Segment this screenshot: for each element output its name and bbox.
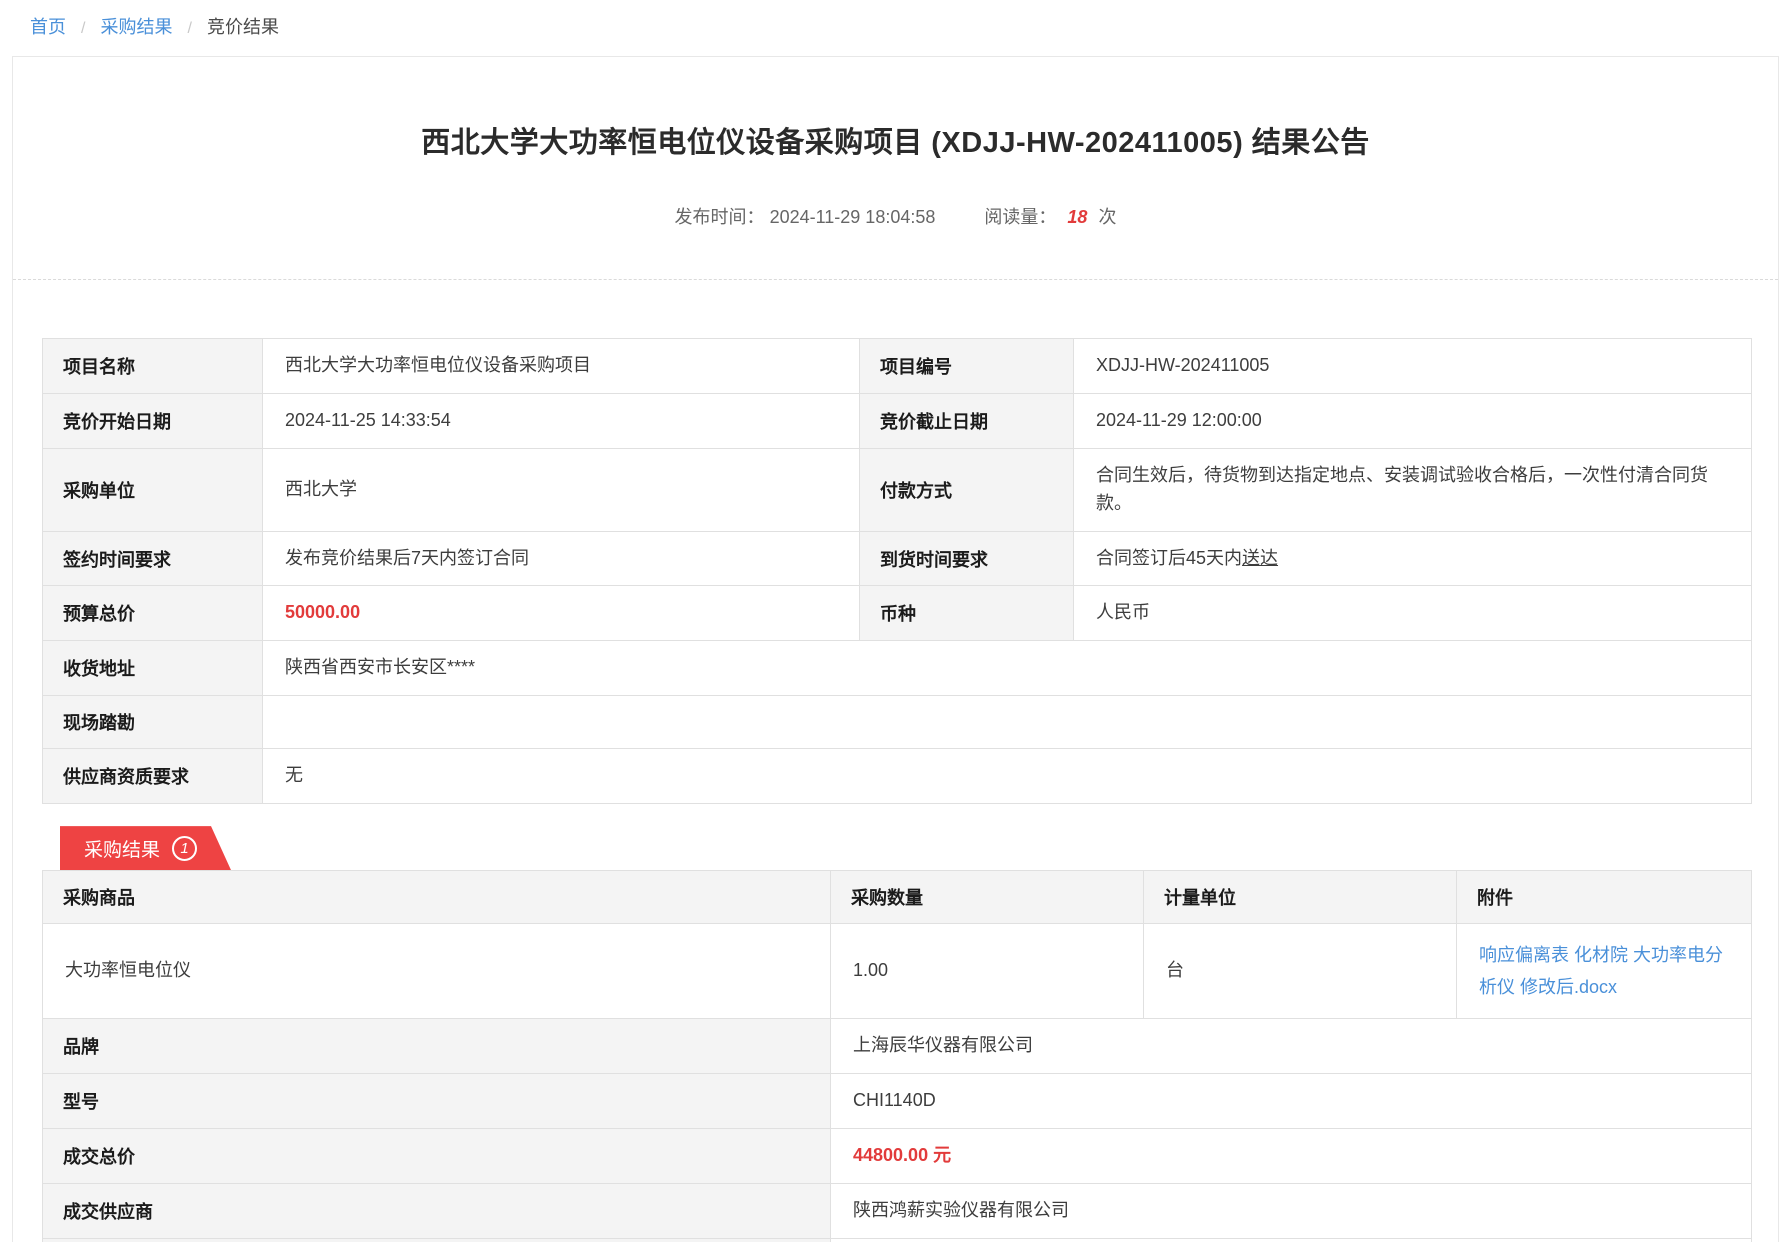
field-value-supplier-qualification: 无	[263, 749, 1752, 804]
field-value-currency: 人民币	[1074, 586, 1752, 641]
breadcrumb-separator: /	[188, 20, 192, 37]
field-value-budget: 50000.00	[263, 586, 860, 641]
field-label-budget: 预算总价	[43, 586, 263, 641]
table-row: 预算总价 50000.00 币种 人民币	[43, 586, 1752, 641]
table-row: 竞价开始日期 2024-11-25 14:33:54 竞价截止日期 2024-1…	[43, 393, 1752, 448]
field-label-deal-price: 成交总价	[43, 1128, 831, 1183]
dashed-divider	[13, 279, 1778, 280]
field-label-supplier-qualification: 供应商资质要求	[43, 749, 263, 804]
column-header-unit: 计量单位	[1144, 871, 1457, 924]
procurement-result-table: 采购商品 采购数量 计量单位 附件 大功率恒电位仪 1.00 台 响应偏离表 化…	[42, 870, 1752, 1242]
field-value-bid-end: 2024-11-29 12:00:00	[1074, 393, 1752, 448]
result-section-badge: 采购结果 1	[60, 826, 231, 870]
views-label: 阅读量：	[984, 207, 1056, 227]
table-header-row: 采购商品 采购数量 计量单位 附件	[43, 871, 1752, 924]
field-label-bid-start: 竞价开始日期	[43, 393, 263, 448]
table-row: 收货地址 陕西省西安市长安区****	[43, 641, 1752, 696]
cell-quantity: 1.00	[831, 924, 1144, 1019]
attachment-link[interactable]: 响应偏离表 化材院 大功率电分析仪 修改后.docx	[1479, 945, 1723, 997]
table-row: 项目名称 西北大学大功率恒电位仪设备采购项目 项目编号 XDJJ-HW-2024…	[43, 339, 1752, 394]
field-label-sign-time: 签约时间要求	[43, 531, 263, 586]
table-row: 现场踏勘	[43, 696, 1752, 749]
breadcrumb-separator: /	[81, 20, 85, 37]
field-label-project-name: 项目名称	[43, 339, 263, 394]
column-header-product: 采购商品	[43, 871, 831, 924]
delivery-time-text: 合同签订后45天内	[1096, 548, 1242, 568]
field-label-brand: 品牌	[43, 1019, 831, 1074]
table-row: 质保及售后服务 响应时效：即时响应（包括电话响应）；电话响应无法解决，24小时内…	[43, 1238, 1752, 1242]
field-label-warranty-service: 质保及售后服务	[43, 1238, 831, 1242]
table-row: 品牌 上海辰华仪器有限公司	[43, 1019, 1752, 1074]
field-label-delivery-time: 到货时间要求	[860, 531, 1074, 586]
delivery-time-underlined: 送达	[1242, 548, 1278, 568]
field-label-payment: 付款方式	[860, 448, 1074, 531]
field-label-address: 收货地址	[43, 641, 263, 696]
cell-attachment: 响应偏离表 化材院 大功率电分析仪 修改后.docx	[1457, 924, 1752, 1019]
announcement-card: 西北大学大功率恒电位仪设备采购项目 (XDJJ-HW-202411005) 结果…	[12, 56, 1779, 1242]
badge-count-circle-icon: 1	[172, 836, 197, 861]
field-label-purchaser: 采购单位	[43, 448, 263, 531]
field-label-winning-supplier: 成交供应商	[43, 1183, 831, 1238]
column-header-attachment: 附件	[1457, 871, 1752, 924]
breadcrumb-link-home[interactable]: 首页	[30, 17, 66, 37]
field-label-project-no: 项目编号	[860, 339, 1074, 394]
field-value-address: 陕西省西安市长安区****	[263, 641, 1752, 696]
field-value-brand: 上海辰华仪器有限公司	[831, 1019, 1752, 1074]
field-value-project-no: XDJJ-HW-202411005	[1074, 339, 1752, 394]
table-row: 型号 CHI1140D	[43, 1074, 1752, 1129]
table-row: 大功率恒电位仪 1.00 台 响应偏离表 化材院 大功率电分析仪 修改后.doc…	[43, 924, 1752, 1019]
field-label-currency: 币种	[860, 586, 1074, 641]
field-value-model: CHI1140D	[831, 1074, 1752, 1129]
page-title: 西北大学大功率恒电位仪设备采购项目 (XDJJ-HW-202411005) 结果…	[13, 119, 1778, 161]
views-unit: 次	[1098, 207, 1116, 227]
publish-time-label: 发布时间：	[675, 207, 765, 227]
result-badge-label: 采购结果	[84, 835, 160, 862]
views-count: 18	[1067, 207, 1087, 227]
field-value-payment: 合同生效后，待货物到达指定地点、安装调试验收合格后，一次性付清合同货款。	[1074, 448, 1752, 531]
field-value-purchaser: 西北大学	[263, 448, 860, 531]
field-value-winning-supplier: 陕西鸿薪实验仪器有限公司	[831, 1183, 1752, 1238]
breadcrumb-current: 竞价结果	[207, 17, 279, 37]
table-row: 签约时间要求 发布竞价结果后7天内签订合同 到货时间要求 合同签订后45天内送达	[43, 531, 1752, 586]
field-label-model: 型号	[43, 1074, 831, 1129]
field-value-project-name: 西北大学大功率恒电位仪设备采购项目	[263, 339, 860, 394]
project-info-table: 项目名称 西北大学大功率恒电位仪设备采购项目 项目编号 XDJJ-HW-2024…	[42, 338, 1752, 804]
breadcrumb-link-procurement-results[interactable]: 采购结果	[100, 17, 172, 37]
field-label-site-survey: 现场踏勘	[43, 696, 263, 749]
field-value-bid-start: 2024-11-25 14:33:54	[263, 393, 860, 448]
field-value-sign-time: 发布竞价结果后7天内签订合同	[263, 531, 860, 586]
cell-product-name: 大功率恒电位仪	[43, 924, 831, 1019]
badge-count-number: 1	[180, 840, 188, 857]
announcement-meta: 发布时间： 2024-11-29 18:04:58 阅读量： 18 次	[13, 203, 1778, 229]
field-value-deal-price: 44800.00 元	[831, 1128, 1752, 1183]
field-value-warranty-service: 响应时效：即时响应（包括电话响应）；电话响应无法解决，24小时内到达现场。修复时…	[831, 1238, 1752, 1242]
cell-unit: 台	[1144, 924, 1457, 1019]
table-row: 采购单位 西北大学 付款方式 合同生效后，待货物到达指定地点、安装调试验收合格后…	[43, 448, 1752, 531]
field-value-site-survey	[263, 696, 1752, 749]
table-row: 成交总价 44800.00 元	[43, 1128, 1752, 1183]
field-value-delivery-time: 合同签订后45天内送达	[1074, 531, 1752, 586]
field-label-bid-end: 竞价截止日期	[860, 393, 1074, 448]
table-row: 成交供应商 陕西鸿薪实验仪器有限公司	[43, 1183, 1752, 1238]
column-header-quantity: 采购数量	[831, 871, 1144, 924]
breadcrumb: 首页 / 采购结果 / 竞价结果	[0, 0, 1791, 56]
publish-time-value: 2024-11-29 18:04:58	[770, 207, 936, 227]
table-row: 供应商资质要求 无	[43, 749, 1752, 804]
